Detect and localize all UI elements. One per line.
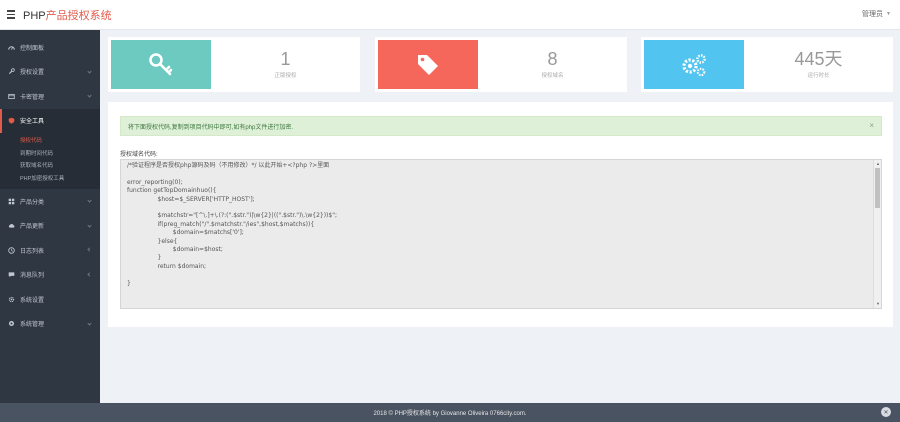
top-bar: PHP产品授权系统 管理员 ▼ [0,0,900,30]
cloud-icon [8,222,15,229]
chevron-icon [87,222,92,228]
sidebar-item-label: 安全工具 [20,119,45,126]
scroll-up-icon[interactable]: ▲ [875,161,881,167]
sidebar-item-label: 产品更新 [20,224,45,231]
stat-icon-box [644,40,744,89]
sidebar-item-security-tools[interactable]: 安全工具 [0,108,100,133]
wrench-icon [8,68,15,75]
tag-icon [418,54,438,75]
key-icon [149,52,173,75]
submenu-expiry-code[interactable]: 到期时间代码 [0,147,100,160]
footer: 2018 © PHP授权系统 by Giovanne Oliveira 0766… [0,403,900,422]
chat-icon [8,271,15,278]
stat-card-domains: 8 授权域名 [375,37,627,92]
sidebar-item-product-category[interactable]: 产品分类 [0,189,100,214]
sidebar-item-dashboard[interactable]: 控制面板 [0,35,100,60]
brand-accent: 产品授权系统 [45,9,112,22]
sidebar-item-label: 消息队列 [20,273,45,280]
sidebar-item-label: 产品分类 [20,199,45,206]
sidebar-item-label: 系统设置 [20,297,45,304]
dashboard-icon [8,44,15,51]
sidebar-item-system-admin[interactable]: 系统管理 [0,312,100,337]
sidebar-item-label: 授权设置 [20,70,45,77]
user-menu[interactable]: 管理员 ▼ [862,9,891,19]
gear-icon [8,296,15,303]
chevron-down-icon: ▼ [886,11,891,17]
footer-text: 2018 © PHP授权系统 by Giovanne Oliveira 0766… [373,411,527,417]
app-title: PHP产品授权系统 [23,7,112,23]
sidebar-item-product-update[interactable]: 产品更新 [0,214,100,239]
chevron-icon [87,320,92,326]
scroll-down-icon[interactable]: ▼ [875,301,881,307]
chevron-icon [87,247,92,252]
shield-icon [8,117,15,124]
submenu-auth-code[interactable]: 授权代码 [0,134,100,147]
gears-icon [682,53,706,76]
card-icon [8,93,15,100]
auth-code-panel: 将下面授权代码,复制到项目代码中即可,如有php文件进行加密. × 授权域名代码… [108,102,893,327]
chevron-icon [87,198,92,203]
user-label: 管理员 [862,11,884,18]
stat-card-licenses: 1 正版授权 [108,37,360,92]
security-submenu: 授权代码 到期时间代码 获取域名代码 PHP加密授权工具 [0,133,100,189]
chevron-icon [87,271,92,277]
brand-prefix: PHP [23,9,46,22]
sidebar-item-system-settings[interactable]: 系统设置 [0,287,100,312]
sidebar-item-label: 日志列表 [20,248,45,255]
grid-icon [8,198,15,205]
clock-icon [8,247,15,254]
sidebar-item-label: 控制面板 [20,45,45,52]
close-icon[interactable]: ✕ [881,407,891,417]
chevron-icon [87,68,92,74]
stat-label: 运行时长 [807,73,830,79]
stat-icon-box [111,40,211,89]
sidebar-item-log-list[interactable]: 日志列表 [0,238,100,263]
submenu-php-encrypt-tool[interactable]: PHP加密授权工具 [0,172,100,185]
sidebar-item-auth-settings[interactable]: 授权设置 [0,60,100,85]
stat-icon-box [378,40,478,89]
stat-value: 8 [547,49,558,69]
stat-label: 正版授权 [274,73,297,79]
sidebar: 控制面板 授权设置 卡密管理 安全工具 授权代码 到期时间代码 获取域名代码 P… [0,30,100,422]
code-content: /*验证程序是否授权php源码及码（不用修改）*/ 以此开始+<?php ?>里… [127,162,337,287]
sidebar-item-message-queue[interactable]: 消息队列 [0,263,100,288]
settings-icon [8,320,15,327]
code-textarea[interactable]: /*验证程序是否授权php源码及码（不用修改）*/ 以此开始+<?php ?>里… [120,159,882,309]
scrollbar[interactable]: ▲ ▼ [873,160,881,308]
alert-text: 将下面授权代码,复制到项目代码中即可,如有php文件进行加密. [128,124,294,131]
stat-value: 1 [280,49,291,69]
stat-label: 授权域名 [541,73,564,79]
chevron-icon [87,93,92,98]
success-alert: 将下面授权代码,复制到项目代码中即可,如有php文件进行加密. × [120,116,882,136]
stat-card-uptime: 445天 运行时长 [641,37,893,92]
sidebar-item-card-management[interactable]: 卡密管理 [0,84,100,109]
close-icon[interactable]: × [869,121,874,130]
submenu-domain-code[interactable]: 获取域名代码 [0,159,100,172]
code-label: 授权域名代码: [120,152,158,158]
stat-value: 445天 [794,49,843,69]
scroll-thumb[interactable] [875,168,880,208]
sidebar-item-label: 卡密管理 [20,94,45,101]
menu-toggle-icon[interactable] [7,10,15,19]
sidebar-item-label: 系统管理 [20,322,45,329]
